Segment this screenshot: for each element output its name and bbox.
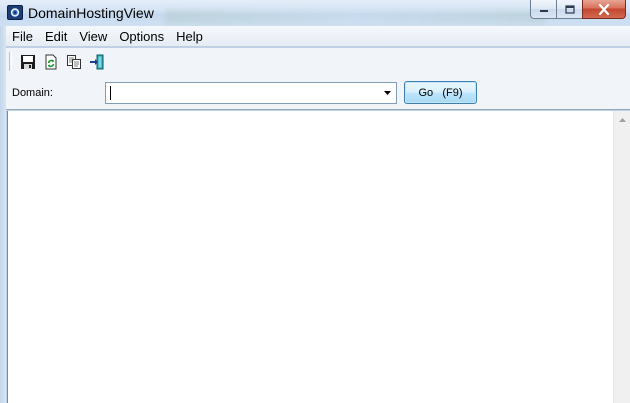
scroll-up-button[interactable]	[614, 111, 630, 128]
refresh-button[interactable]	[39, 51, 62, 73]
copy-button[interactable]	[62, 51, 85, 73]
text-caret	[110, 86, 111, 100]
chevron-down-icon	[383, 90, 391, 95]
copy-icon	[66, 54, 81, 69]
app-window: DomainHostingView File Edit View Options…	[0, 0, 630, 403]
dropdown-button[interactable]	[379, 83, 396, 103]
minimize-icon	[539, 10, 548, 12]
domain-input[interactable]	[106, 83, 378, 103]
app-icon[interactable]	[7, 5, 23, 20]
minimize-button[interactable]	[530, 0, 556, 19]
window-title: DomainHostingView	[28, 5, 154, 21]
title-bar[interactable]: DomainHostingView	[0, 0, 630, 26]
save-icon	[20, 54, 35, 69]
maximize-button[interactable]	[556, 0, 582, 19]
domain-bar: Domain: Go (F9)	[6, 75, 630, 110]
go-button[interactable]: Go (F9)	[404, 81, 477, 104]
exit-button[interactable]	[85, 51, 108, 73]
close-icon	[598, 3, 610, 15]
scroll-up-icon	[618, 117, 626, 122]
refresh-icon	[45, 54, 56, 69]
menu-file[interactable]: File	[6, 27, 39, 46]
caption-buttons	[530, 0, 626, 19]
save-button[interactable]	[16, 51, 39, 73]
menu-bar: File Edit View Options Help	[6, 26, 630, 47]
menu-help[interactable]: Help	[170, 27, 209, 46]
menu-edit[interactable]: Edit	[39, 27, 73, 46]
results-list[interactable]	[7, 111, 630, 403]
domain-combobox[interactable]	[105, 82, 397, 104]
vertical-scrollbar[interactable]	[613, 111, 630, 403]
exit-icon	[89, 54, 103, 69]
domain-label: Domain:	[12, 87, 53, 99]
maximize-icon	[564, 4, 575, 14]
toolbar	[6, 48, 630, 75]
menu-view[interactable]: View	[73, 27, 113, 46]
toolbar-grip[interactable]	[9, 52, 12, 71]
menu-options[interactable]: Options	[113, 27, 170, 46]
close-button[interactable]	[582, 0, 626, 19]
